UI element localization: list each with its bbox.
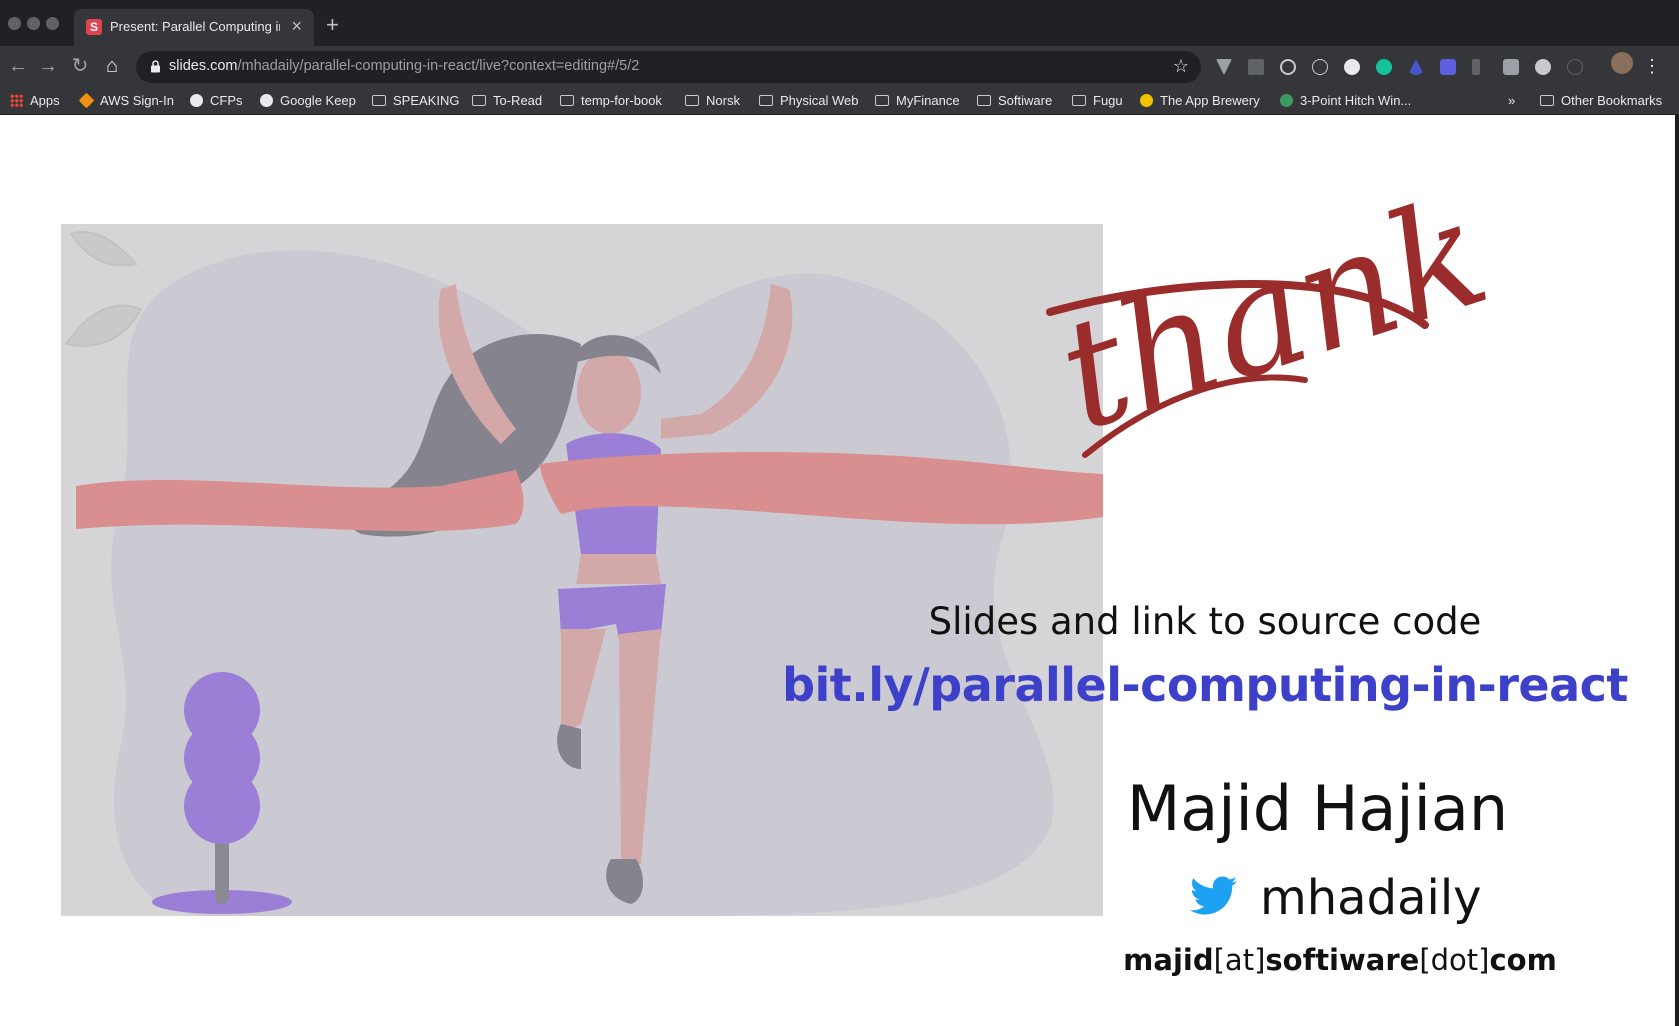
bookmarks-bar: Apps AWS Sign-In CFPs Google Keep SPEAKI…: [0, 88, 1679, 115]
folder-icon: [1540, 95, 1554, 107]
maximize-window-button[interactable]: [46, 17, 59, 30]
other-bookmarks-label: Other Bookmarks: [1561, 93, 1663, 108]
browser-menu-icon[interactable]: ⋮: [1643, 56, 1661, 76]
purple-extension-icon[interactable]: [1440, 59, 1456, 75]
reload-button[interactable]: ↻: [68, 54, 92, 78]
other-bookmarks[interactable]: Other Bookmarks: [1540, 92, 1662, 110]
title-bar: S Present: Parallel Computing in × +: [0, 0, 1679, 46]
globe-icon: [190, 94, 203, 108]
lock-icon: [151, 60, 160, 73]
folder-icon: [875, 95, 889, 107]
bookmark-label: Physical Web: [780, 93, 859, 108]
thank-you-lettering: thank you!: [1045, 150, 1505, 465]
pencil-extension-icon[interactable]: [1248, 59, 1264, 75]
runner-illustration-graphic: [64, 231, 1103, 916]
slides-and-source-caption: Slides and link to source code: [928, 600, 1482, 643]
bookmarks-overflow-button[interactable]: »: [1508, 92, 1515, 110]
bookmark-label: CFPs: [210, 93, 243, 108]
vue-devtools-icon[interactable]: [1216, 59, 1232, 75]
bookmark-myfinance[interactable]: MyFinance: [875, 92, 960, 110]
bookmark-google-keep[interactable]: Google Keep: [260, 92, 356, 110]
email-part: [at]: [1213, 943, 1266, 977]
bookmark-label: 3-Point Hitch Win...: [1300, 93, 1412, 108]
folder-icon: [1072, 95, 1086, 107]
twitter-handle: mhadaily: [1260, 870, 1482, 926]
slides-favicon-icon: S: [86, 19, 102, 35]
thank-you-text: thank you!: [1045, 150, 1505, 465]
speaker-name: Majid Hajian: [1126, 772, 1509, 845]
folder-icon: [472, 95, 486, 107]
app-brewery-icon: [1140, 94, 1153, 108]
new-tab-button[interactable]: +: [326, 14, 339, 36]
url-text: slides.com/mhadaily/parallel-computing-i…: [169, 58, 639, 74]
aws-icon: [78, 92, 95, 109]
target-extension-icon[interactable]: [1280, 59, 1296, 75]
bookmark-label: To-Read: [493, 93, 543, 108]
folder-icon: [759, 95, 773, 107]
bookmark-3-point-hitch[interactable]: 3-Point Hitch Win...: [1280, 92, 1411, 110]
browser-tab[interactable]: S Present: Parallel Computing in ×: [74, 9, 314, 46]
profile-avatar[interactable]: [1611, 52, 1633, 74]
speaker-email: majid[at]softiware[dot]com: [1090, 943, 1590, 977]
browser-toolbar: ← → ↻ ⌂ slides.com/mhadaily/parallel-com…: [0, 46, 1679, 88]
bookmark-label: Softiware: [998, 93, 1053, 108]
email-part: com: [1489, 943, 1557, 977]
user-extension-icon[interactable]: [1535, 59, 1551, 75]
bookmark-temp-for-book[interactable]: temp-for-book: [560, 92, 662, 110]
minimize-window-button[interactable]: [27, 17, 40, 30]
bookmark-label: AWS Sign-In: [100, 93, 174, 108]
window-edge: [1675, 115, 1679, 1026]
tab-title: Present: Parallel Computing in: [110, 19, 280, 34]
bookmark-to-read[interactable]: To-Read: [472, 92, 542, 110]
apps-grid-icon: [10, 94, 23, 108]
source-code-link[interactable]: bit.ly/parallel-computing-in-react: [760, 658, 1650, 712]
finish-line-illustration: [61, 224, 1103, 916]
bookmark-softiware[interactable]: Softiware: [977, 92, 1052, 110]
bookmark-app-brewery[interactable]: The App Brewery: [1140, 92, 1260, 110]
back-button[interactable]: ←: [6, 54, 30, 78]
info-extension-icon[interactable]: [1567, 59, 1583, 75]
bookmark-apps[interactable]: Apps: [10, 92, 60, 110]
bookmark-star-icon[interactable]: ☆: [1173, 56, 1189, 77]
bookmark-label: Google Keep: [280, 93, 356, 108]
bookmark-norsk[interactable]: Norsk: [685, 92, 740, 110]
chess-extension-icon[interactable]: [1472, 59, 1480, 75]
site-icon: [1280, 94, 1293, 108]
twitter-bird-icon: [1190, 876, 1237, 915]
url-host: slides.com: [169, 58, 238, 74]
bookmark-label: Norsk: [706, 93, 740, 108]
bookmark-fugu[interactable]: Fugu: [1072, 92, 1123, 110]
email-part: softiware: [1265, 943, 1420, 977]
folder-icon: [372, 95, 386, 107]
bookmark-speaking[interactable]: SPEAKING: [372, 92, 459, 110]
url-path: /mhadaily/parallel-computing-in-react/li…: [237, 58, 640, 74]
folder-icon: [977, 95, 991, 107]
bookmark-label: MyFinance: [896, 93, 960, 108]
email-part: [dot]: [1419, 943, 1490, 977]
circle-extension-icon[interactable]: [1344, 59, 1360, 75]
forward-button[interactable]: →: [36, 54, 60, 78]
home-button[interactable]: ⌂: [100, 54, 124, 78]
folder-icon: [560, 95, 574, 107]
email-part: majid: [1123, 943, 1214, 977]
grammarly-icon[interactable]: [1376, 59, 1392, 75]
close-tab-icon[interactable]: ×: [291, 17, 302, 35]
bookmark-aws-sign-in[interactable]: AWS Sign-In: [78, 92, 174, 110]
bookmark-label: Apps: [30, 93, 60, 108]
bookmark-label: temp-for-book: [581, 93, 662, 108]
bookmark-label: SPEAKING: [393, 93, 460, 108]
address-bar[interactable]: slides.com/mhadaily/parallel-computing-i…: [136, 51, 1201, 83]
triangle-extension-icon[interactable]: [1408, 59, 1424, 75]
bookmark-physical-web[interactable]: Physical Web: [759, 92, 859, 110]
bookmark-cfps[interactable]: CFPs: [190, 92, 243, 110]
globe-icon: [260, 94, 273, 108]
react-devtools-icon[interactable]: [1312, 59, 1328, 75]
bookmark-label: The App Brewery: [1160, 93, 1260, 108]
bookmark-label: Fugu: [1093, 93, 1123, 108]
close-window-button[interactable]: [8, 17, 21, 30]
thank-you-script: thank you!: [1045, 150, 1505, 470]
box-extension-icon[interactable]: [1503, 59, 1519, 75]
folder-icon: [685, 95, 699, 107]
